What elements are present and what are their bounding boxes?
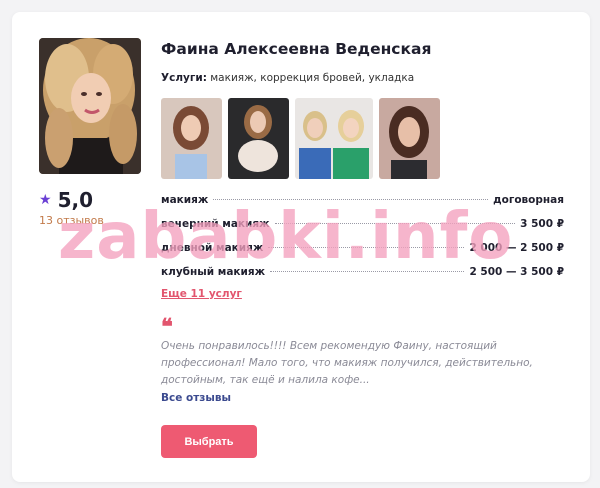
more-services-link[interactable]: Еще 11 услуг (161, 288, 242, 300)
price-service: дневной макияж (161, 242, 264, 254)
price-row: дневной макияж 2 000 — 2 500 ₽ (161, 242, 564, 266)
price-list: макияж договорная вечерний макияж 3 500 … (161, 194, 564, 290)
portfolio-photos (161, 98, 440, 179)
services-value: макияж, коррекция бровей, укладка (210, 72, 415, 84)
services-line: Услуги: макияж, коррекция бровей, укладк… (161, 72, 414, 84)
dotted-leader (213, 199, 489, 200)
price-service: вечерний макияж (161, 218, 270, 230)
portfolio-photo[interactable] (161, 98, 222, 179)
portfolio-photo[interactable] (228, 98, 289, 179)
star-icon: ★ (39, 192, 52, 208)
price-row: вечерний макияж 3 500 ₽ (161, 218, 564, 242)
reviews-count[interactable]: 13 отзывов (39, 214, 104, 227)
quote-icon: ❝ (161, 314, 173, 340)
price-value: 3 500 ₽ (520, 218, 564, 230)
dotted-leader (270, 271, 465, 272)
dotted-leader (274, 223, 516, 224)
price-value: 2 500 — 3 500 ₽ (469, 266, 564, 278)
dotted-leader (268, 247, 465, 248)
master-name[interactable]: Фаина Алексеевна Веденская (161, 40, 431, 58)
portfolio-photo[interactable] (295, 98, 373, 179)
review-text: Очень понравилось!!!! Всем рекомендую Фа… (161, 340, 533, 386)
rating: ★ 5,0 (39, 188, 93, 212)
all-reviews-link[interactable]: Все отзывы (161, 392, 231, 404)
master-avatar[interactable] (39, 38, 141, 174)
price-value: договорная (493, 194, 564, 206)
portfolio-photo[interactable] (379, 98, 440, 179)
price-service: макияж (161, 194, 209, 206)
master-card: ★ 5,0 13 отзывов Фаина Алексеевна Веденс… (12, 12, 590, 482)
price-service: клубный макияж (161, 266, 266, 278)
choose-button[interactable]: Выбрать (161, 425, 257, 458)
price-value: 2 000 — 2 500 ₽ (469, 242, 564, 254)
services-label: Услуги: (161, 72, 207, 84)
price-row: макияж договорная (161, 194, 564, 218)
rating-value: 5,0 (57, 188, 93, 212)
price-row: клубный макияж 2 500 — 3 500 ₽ (161, 266, 564, 290)
